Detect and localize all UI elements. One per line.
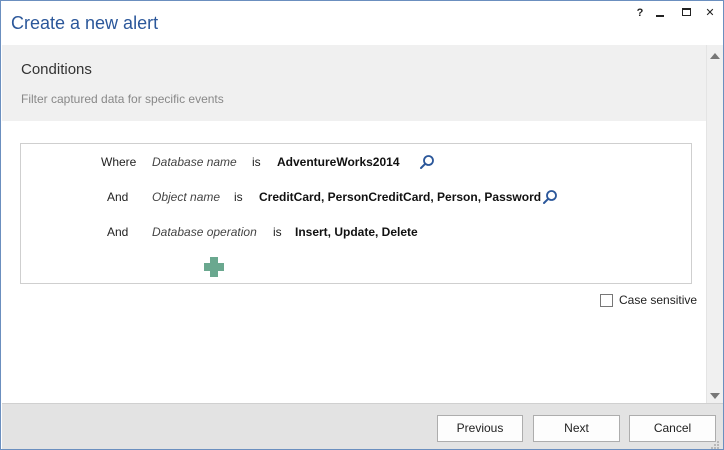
search-icon[interactable] <box>419 154 435 170</box>
maximize-button[interactable] <box>679 5 693 21</box>
next-button[interactable]: Next <box>533 415 620 442</box>
condition-row: Where Database name is AdventureWorks201… <box>21 152 691 172</box>
dialog-footer: Previous Next Cancel <box>2 403 723 450</box>
conditions-panel: Where Database name is AdventureWorks201… <box>20 143 692 284</box>
minimize-icon <box>656 15 664 18</box>
minimize-button[interactable] <box>653 5 667 21</box>
scroll-down-arrow-icon[interactable] <box>710 393 720 399</box>
condition-field-link[interactable]: Object name <box>152 190 220 204</box>
title-bar: Create a new alert ? ✕ <box>1 1 723 45</box>
condition-row: And Database operation is Insert, Update… <box>21 222 691 242</box>
condition-connector: And <box>107 225 129 239</box>
add-condition-icon[interactable] <box>202 255 226 279</box>
condition-operator-link[interactable]: is <box>234 190 243 204</box>
condition-field-link[interactable]: Database operation <box>152 225 257 239</box>
condition-field-link[interactable]: Database name <box>152 155 237 169</box>
condition-connector: Where <box>101 155 137 169</box>
condition-value-link[interactable]: Insert, Update, Delete <box>295 225 418 239</box>
search-icon[interactable] <box>542 189 558 205</box>
section-subtitle: Filter captured data for specific events <box>21 92 224 106</box>
help-button[interactable]: ? <box>633 5 647 21</box>
case-sensitive-label[interactable]: Case sensitive <box>619 293 697 307</box>
condition-operator-link[interactable]: is <box>252 155 261 169</box>
condition-row: And Object name is CreditCard, PersonCre… <box>21 187 691 207</box>
condition-operator-link[interactable]: is <box>273 225 282 239</box>
section-header: Conditions Filter captured data for spec… <box>2 45 706 121</box>
condition-value-link[interactable]: CreditCard, PersonCreditCard, Person, Pa… <box>259 190 541 204</box>
maximize-icon <box>681 8 691 17</box>
cancel-button[interactable]: Cancel <box>629 415 716 442</box>
close-button[interactable]: ✕ <box>703 5 717 21</box>
section-title: Conditions <box>21 61 92 78</box>
condition-value-link[interactable]: AdventureWorks2014 <box>277 155 400 169</box>
case-sensitive-checkbox[interactable] <box>600 294 613 307</box>
scroll-up-arrow-icon[interactable] <box>710 53 720 59</box>
dialog-title: Create a new alert <box>11 13 159 33</box>
condition-connector: And <box>107 190 129 204</box>
resize-grip-icon[interactable] <box>710 440 720 450</box>
vertical-scrollbar[interactable] <box>706 45 723 403</box>
alert-dialog: Create a new alert ? ✕ Conditions Filter… <box>0 0 724 450</box>
previous-button[interactable]: Previous <box>437 415 523 442</box>
